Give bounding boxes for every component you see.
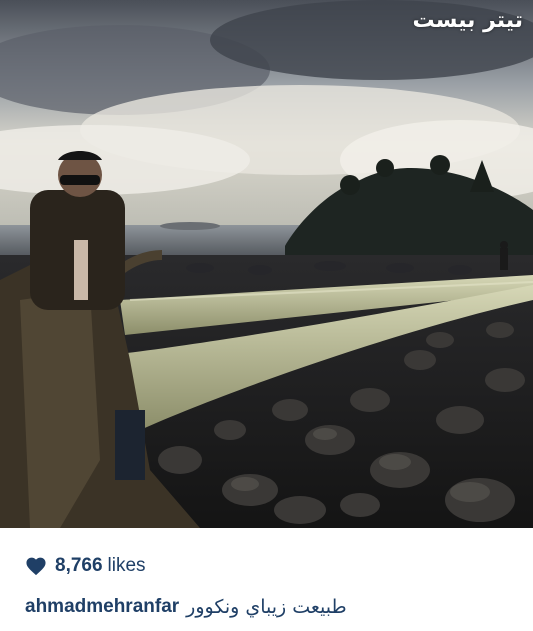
likes-count: 8,766: [55, 555, 103, 576]
username-link[interactable]: ahmadmehranfar: [25, 596, 179, 618]
likes-row[interactable]: 8,766 likes: [25, 553, 146, 579]
likes-label: likes: [107, 555, 146, 576]
watermark-logo: تیتر بیست: [412, 8, 523, 33]
post-photo[interactable]: تیتر بیست: [0, 0, 533, 528]
photo-scene: [0, 0, 533, 528]
caption-text: طبيعت زيباي ونكوور: [186, 596, 347, 618]
caption-row: ahmadmehranfar طبيعت زيباي ونكوور: [25, 596, 347, 618]
heart-icon[interactable]: [25, 556, 47, 576]
